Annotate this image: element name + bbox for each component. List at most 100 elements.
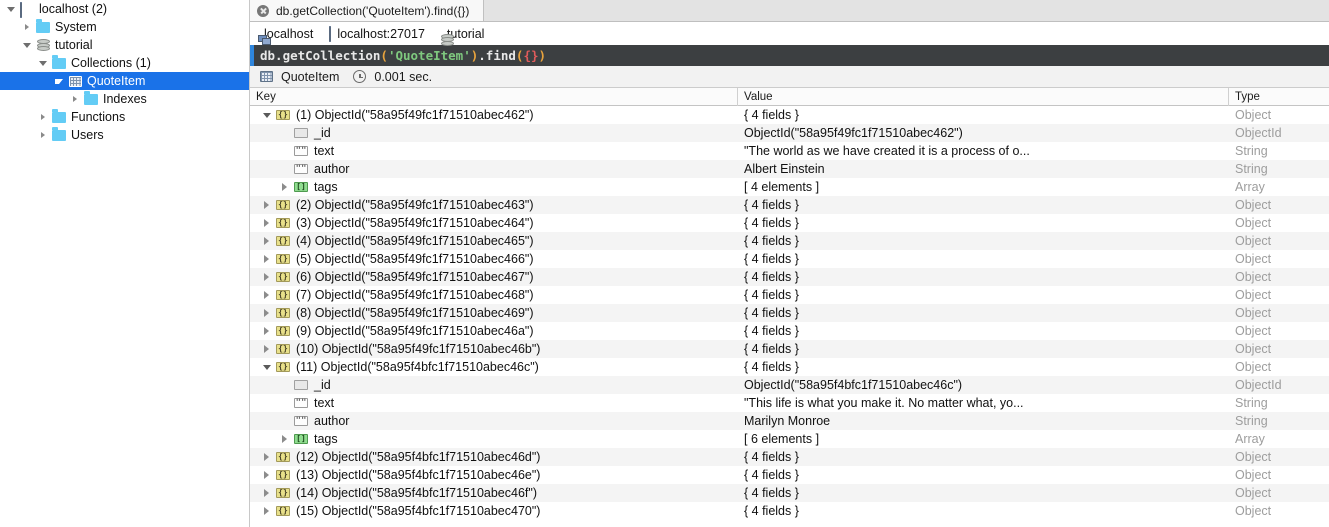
cell-type: Array <box>1235 432 1265 446</box>
table-row[interactable]: {} (4) ObjectId("58a95f49fc1f71510abec465… <box>250 232 1329 250</box>
sidebar-item-tutorial[interactable]: tutorial <box>0 36 249 54</box>
row-key-label: (10) ObjectId("58a95f49fc1f71510abec46b"… <box>296 342 541 356</box>
table-row[interactable]: {} (5) ObjectId("58a95f49fc1f71510abec466… <box>250 250 1329 268</box>
cell-value: { 4 fields } <box>744 306 799 320</box>
chevron-right-icon[interactable] <box>260 489 273 497</box>
chevron-right-icon[interactable] <box>260 255 273 263</box>
object-icon: {} <box>273 308 293 318</box>
table-row[interactable]: _id ObjectId("58a95f4bfc1f71510abec46c") O… <box>250 376 1329 394</box>
close-icon[interactable] <box>257 4 269 17</box>
table-row[interactable]: "" text "The world as we have created it i… <box>250 142 1329 160</box>
chevron-down-icon[interactable] <box>36 60 49 66</box>
cell-value: { 4 fields } <box>744 360 799 374</box>
table-row[interactable]: "" text "This life is what you make it. No… <box>250 394 1329 412</box>
chevron-down-icon[interactable] <box>260 364 273 370</box>
string-icon: "" <box>294 416 308 426</box>
row-key-label: (12) ObjectId("58a95f4bfc1f71510abec46d"… <box>296 450 541 464</box>
sidebar-item-system[interactable]: System <box>0 18 249 36</box>
cell-value: Albert Einstein <box>744 162 825 176</box>
chevron-down-icon[interactable] <box>20 42 33 48</box>
sidebar-item-functions[interactable]: Functions <box>0 108 249 126</box>
table-row[interactable]: {} (8) ObjectId("58a95f49fc1f71510abec469… <box>250 304 1329 322</box>
folder-icon <box>33 18 53 33</box>
chevron-down-icon[interactable] <box>260 112 273 118</box>
chevron-right-icon[interactable] <box>260 309 273 317</box>
cell-value: "This life is what you make it. No matte… <box>744 396 1024 410</box>
table-header: Key Value Type <box>250 87 1329 106</box>
table-row[interactable]: {} (10) ObjectId("58a95f49fc1f71510abec46… <box>250 340 1329 358</box>
breadcrumb-item-localhost-27017[interactable]: localhost:27017 <box>329 25 425 42</box>
table-row[interactable]: {} (3) ObjectId("58a95f49fc1f71510abec464… <box>250 214 1329 232</box>
cell-value: { 4 fields } <box>744 450 799 464</box>
row-key-label: author <box>314 414 350 428</box>
cell-type: Object <box>1235 360 1272 374</box>
chevron-right-icon[interactable] <box>260 237 273 245</box>
table-row[interactable]: _id ObjectId("58a95f49fc1f71510abec462") O… <box>250 124 1329 142</box>
row-key-label: text <box>314 396 335 410</box>
row-key-label: author <box>314 162 350 176</box>
objectid-icon <box>291 128 311 138</box>
chevron-right-icon[interactable] <box>20 24 33 30</box>
column-header-key[interactable]: Key <box>250 88 737 106</box>
breadcrumb-item-localhost[interactable]: localhost <box>258 26 314 45</box>
sidebar-item-collections-1[interactable]: Collections (1) <box>0 54 249 72</box>
table-row[interactable]: {} (14) ObjectId("58a95f4bfc1f71510abec46… <box>250 484 1329 502</box>
breadcrumb-label: localhost <box>264 26 314 41</box>
table-row[interactable]: "" author Marilyn Monroe String <box>250 412 1329 430</box>
cell-value: { 4 fields } <box>744 252 799 266</box>
chevron-right-icon[interactable] <box>260 471 273 479</box>
table-row[interactable]: [] tags [ 4 elements ] Array <box>250 178 1329 196</box>
breadcrumb[interactable]: localhost localhost:27017 tutorial <box>250 22 1329 46</box>
table-row[interactable]: {} (1) ObjectId("58a95f49fc1f71510abec462… <box>250 106 1329 124</box>
table-row[interactable]: {} (11) ObjectId("58a95f4bfc1f71510abec46… <box>250 358 1329 376</box>
chevron-right-icon[interactable] <box>260 219 273 227</box>
table-row[interactable]: {} (15) ObjectId("58a95f4bfc1f71510abec47… <box>250 502 1329 520</box>
table-row[interactable]: "" author Albert Einstein String <box>250 160 1329 178</box>
chevron-right-icon[interactable] <box>260 327 273 335</box>
chevron-right-icon[interactable] <box>36 132 49 138</box>
cell-type: Object <box>1235 288 1272 302</box>
chevron-down-icon[interactable] <box>52 78 65 84</box>
chevron-down-icon[interactable] <box>4 6 17 12</box>
cell-value: ObjectId("58a95f4bfc1f71510abec46c") <box>744 378 963 392</box>
sidebar-item-users[interactable]: Users <box>0 126 249 144</box>
chevron-right-icon[interactable] <box>278 435 291 443</box>
chevron-right-icon[interactable] <box>260 507 273 515</box>
collection-grid-icon <box>65 75 85 87</box>
chevron-right-icon[interactable] <box>260 201 273 209</box>
column-header-type[interactable]: Type <box>1228 87 1329 106</box>
cell-key: "" author <box>250 160 737 178</box>
cell-type: ObjectId <box>1235 126 1282 140</box>
sidebar-item-indexes[interactable]: Indexes <box>0 90 249 108</box>
string-icon: "" <box>294 146 308 156</box>
chevron-right-icon[interactable] <box>36 114 49 120</box>
chevron-right-icon[interactable] <box>260 453 273 461</box>
object-icon: {} <box>273 506 293 516</box>
chevron-right-icon[interactable] <box>260 291 273 299</box>
cell-key: "" author <box>250 412 737 430</box>
sidebar-item-quoteitem[interactable]: QuoteItem <box>0 72 249 90</box>
sidebar-item-localhost-2[interactable]: localhost (2) <box>0 0 249 18</box>
result-tree-table[interactable]: {} (1) ObjectId("58a95f49fc1f71510abec462… <box>250 106 1329 527</box>
column-header-value[interactable]: Value <box>737 87 1228 106</box>
table-row[interactable]: {} (9) ObjectId("58a95f49fc1f71510abec46a… <box>250 322 1329 340</box>
chevron-right-icon[interactable] <box>68 96 81 102</box>
cell-type: Object <box>1235 504 1272 518</box>
cell-value: "The world as we have created it is a pr… <box>744 144 1030 158</box>
row-key-label: (13) ObjectId("58a95f4bfc1f71510abec46e"… <box>296 468 541 482</box>
table-row[interactable]: {} (2) ObjectId("58a95f49fc1f71510abec463… <box>250 196 1329 214</box>
chevron-right-icon[interactable] <box>260 345 273 353</box>
table-row[interactable]: [] tags [ 6 elements ] Array <box>250 430 1329 448</box>
tab-query[interactable]: db.getCollection('QuoteItem').find({}) <box>250 0 485 21</box>
query-input[interactable]: db.getCollection('QuoteItem') .find({}) <box>250 45 1329 66</box>
connection-tree-sidebar[interactable]: localhost (2) System tutorial Collections (… <box>0 0 250 527</box>
cell-type: String <box>1235 144 1268 158</box>
breadcrumb-item-tutorial[interactable]: tutorial <box>440 27 484 46</box>
chevron-right-icon[interactable] <box>260 273 273 281</box>
table-row[interactable]: {} (12) ObjectId("58a95f4bfc1f71510abec46… <box>250 448 1329 466</box>
table-row[interactable]: {} (6) ObjectId("58a95f49fc1f71510abec467… <box>250 268 1329 286</box>
chevron-right-icon[interactable] <box>278 183 291 191</box>
table-row[interactable]: {} (13) ObjectId("58a95f4bfc1f71510abec46… <box>250 466 1329 484</box>
tab-strip[interactable]: db.getCollection('QuoteItem').find({}) <box>250 0 1329 22</box>
table-row[interactable]: {} (7) ObjectId("58a95f49fc1f71510abec468… <box>250 286 1329 304</box>
